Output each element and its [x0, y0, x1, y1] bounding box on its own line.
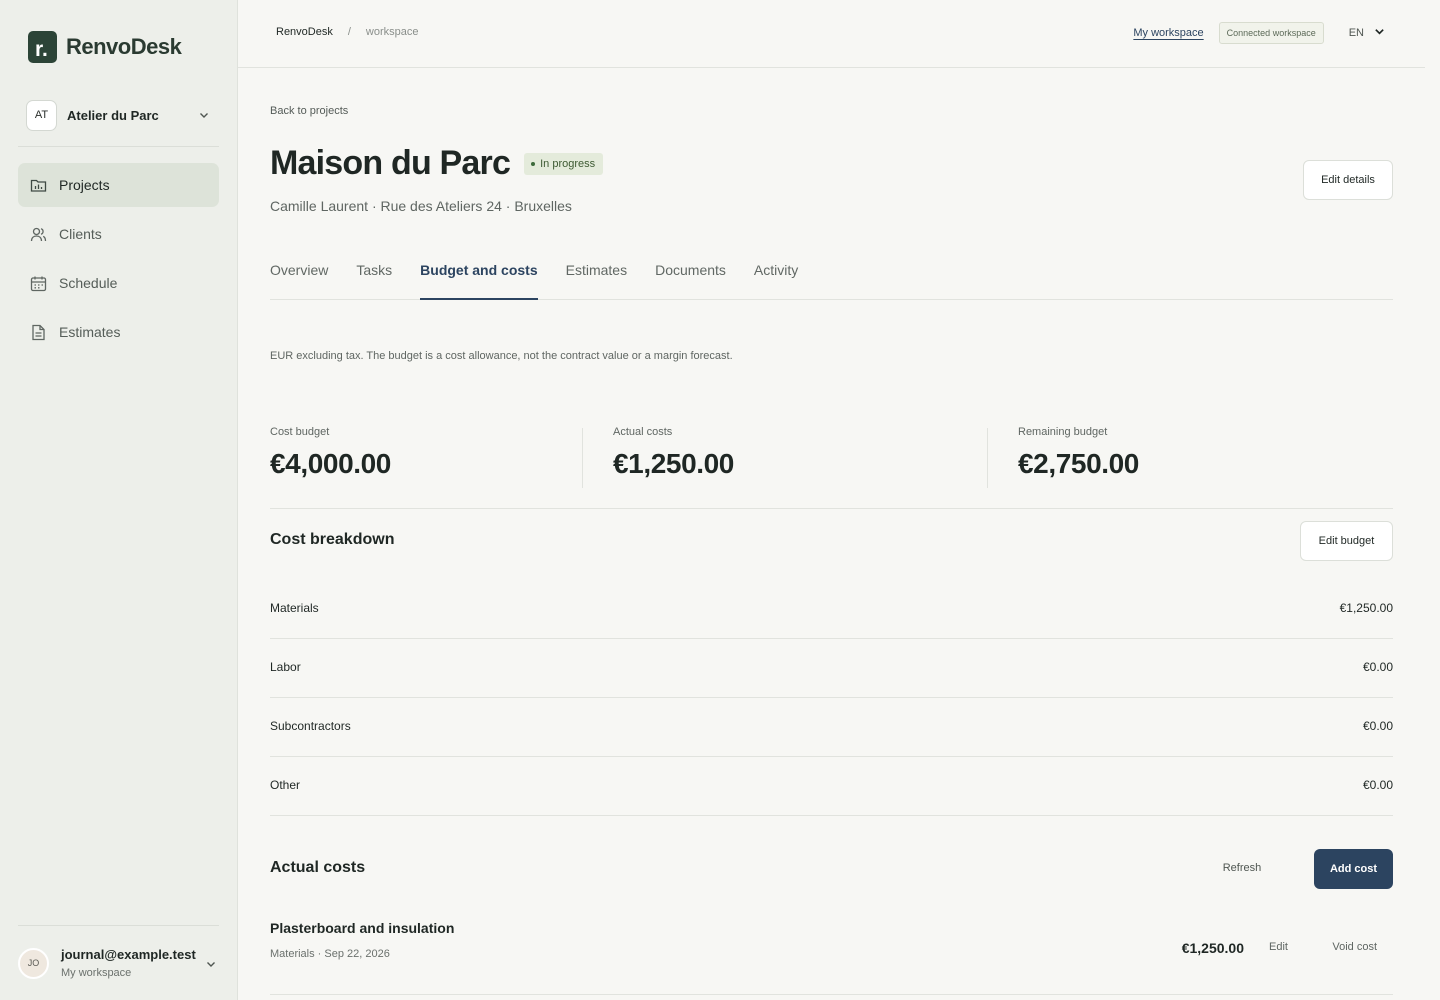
cost-breakdown-title: Cost breakdown [270, 531, 395, 548]
document-icon [30, 324, 47, 341]
org-name: Atelier du Parc [67, 107, 159, 123]
breakdown-value: €0.00 [1362, 719, 1393, 733]
stat-value: €2,750.00 [1018, 448, 1139, 479]
chevron-down-icon [205, 957, 217, 975]
sidebar-divider [18, 146, 219, 147]
org-switcher[interactable]: AT Atelier du Parc [26, 99, 216, 131]
tab-budget-and-costs[interactable]: Budget and costs [420, 253, 538, 300]
sidebar-divider [18, 925, 219, 926]
cost-amount: €1,250.00 [1181, 940, 1244, 956]
breakdown-value: €1,250.00 [1339, 601, 1393, 615]
budget-summary: Cost budget €4,000.00 Actual costs €1,25… [270, 426, 1393, 509]
sidebar-item-projects[interactable]: Projects [18, 163, 219, 207]
breadcrumb-root[interactable]: RenvoDesk [276, 26, 333, 38]
sidebar-item-label: Clients [59, 226, 102, 242]
stat-divider [582, 428, 583, 488]
project-tabs: Overview Tasks Budget and costs Estimate… [270, 253, 1393, 300]
budget-note: EUR excluding tax. The budget is a cost … [270, 350, 733, 362]
edit-details-button[interactable]: Edit details [1303, 160, 1393, 200]
tab-documents[interactable]: Documents [655, 253, 726, 300]
breadcrumb-current: workspace [365, 26, 419, 38]
sidebar: r. RenvoDesk AT Atelier du Parc Projects… [0, 0, 238, 1000]
tab-tasks[interactable]: Tasks [356, 253, 392, 300]
breakdown-value: €0.00 [1362, 660, 1393, 674]
user-email: journal@example.test [61, 947, 196, 962]
stat-value: €1,250.00 [613, 448, 734, 479]
breakdown-value: €0.00 [1362, 778, 1393, 792]
sidebar-item-label: Estimates [59, 324, 121, 340]
status-label: In progress [540, 157, 596, 170]
add-cost-button[interactable]: Add cost [1314, 849, 1393, 889]
breakdown-row-subcontractors: Subcontractors €0.00 [270, 698, 1393, 757]
calendar-icon [30, 275, 47, 292]
topbar: RenvoDesk / workspace My workspace Conne… [238, 0, 1425, 68]
cost-breakdown-list: Materials €1,250.00 Labor €0.00 Subcontr… [270, 580, 1393, 816]
page-title: Maison du Parc [270, 144, 511, 182]
user-workspace: My workspace [61, 967, 132, 979]
breakdown-label: Subcontractors [270, 719, 351, 733]
users-icon [30, 226, 47, 243]
brand[interactable]: r. RenvoDesk [28, 31, 182, 63]
brand-logo: r. [28, 31, 57, 63]
stat-divider [987, 428, 988, 488]
breakdown-label: Labor [270, 660, 301, 674]
project-subtitle: Camille Laurent · Rue des Ateliers 24 · … [270, 198, 572, 214]
stat-cost-budget: Cost budget €4,000.00 [270, 426, 391, 480]
user-menu[interactable]: JO journal@example.test My workspace [18, 940, 219, 986]
language-select[interactable]: EN [1349, 26, 1385, 40]
chevron-down-icon [198, 108, 210, 126]
sidebar-item-estimates[interactable]: Estimates [18, 310, 219, 354]
sidebar-nav: Projects Clients Schedule Estimates [18, 163, 219, 359]
sidebar-item-clients[interactable]: Clients [18, 212, 219, 256]
tab-overview[interactable]: Overview [270, 253, 328, 300]
tab-activity[interactable]: Activity [754, 253, 798, 300]
stat-label: Remaining budget [1018, 426, 1108, 438]
stat-remaining-budget: Remaining budget €2,750.00 [1018, 426, 1139, 480]
status-dot-icon [531, 161, 536, 166]
breadcrumb: RenvoDesk / workspace [276, 26, 419, 38]
breadcrumb-separator: / [347, 26, 351, 38]
brand-name: RenvoDesk [66, 34, 182, 59]
status-badge: In progress [524, 152, 604, 175]
edit-budget-button[interactable]: Edit budget [1300, 521, 1393, 561]
actual-costs-title: Actual costs [270, 859, 366, 876]
org-avatar: AT [26, 99, 57, 131]
sidebar-item-schedule[interactable]: Schedule [18, 261, 219, 305]
void-cost-button[interactable]: Void cost [1332, 941, 1377, 953]
breakdown-row-labor: Labor €0.00 [270, 639, 1393, 698]
stat-label: Actual costs [613, 426, 673, 438]
sidebar-item-label: Schedule [59, 275, 118, 291]
table-row: Plasterboard and insulation Materials · … [270, 920, 1393, 995]
edit-cost-button[interactable]: Edit [1269, 941, 1288, 953]
chevron-down-icon [1374, 26, 1385, 40]
avatar: JO [18, 947, 49, 979]
breakdown-label: Other [270, 778, 301, 792]
stat-actual-costs: Actual costs €1,250.00 [613, 426, 734, 480]
breakdown-row-other: Other €0.00 [270, 757, 1393, 816]
breakdown-label: Materials [270, 601, 319, 615]
workspace-badge: Connected workspace [1218, 22, 1324, 44]
refresh-button[interactable]: Refresh [1207, 850, 1277, 886]
cost-name: Plasterboard and insulation [270, 920, 455, 936]
breakdown-row-materials: Materials €1,250.00 [270, 580, 1393, 639]
back-to-projects-link[interactable]: Back to projects [270, 105, 348, 117]
sidebar-item-label: Projects [59, 177, 110, 193]
tab-estimates[interactable]: Estimates [566, 253, 627, 300]
language-value: EN [1348, 27, 1364, 39]
stat-label: Cost budget [270, 426, 330, 438]
folder-icon [30, 177, 47, 194]
stat-value: €4,000.00 [270, 448, 391, 479]
my-workspace-link[interactable]: My workspace [1133, 27, 1203, 39]
